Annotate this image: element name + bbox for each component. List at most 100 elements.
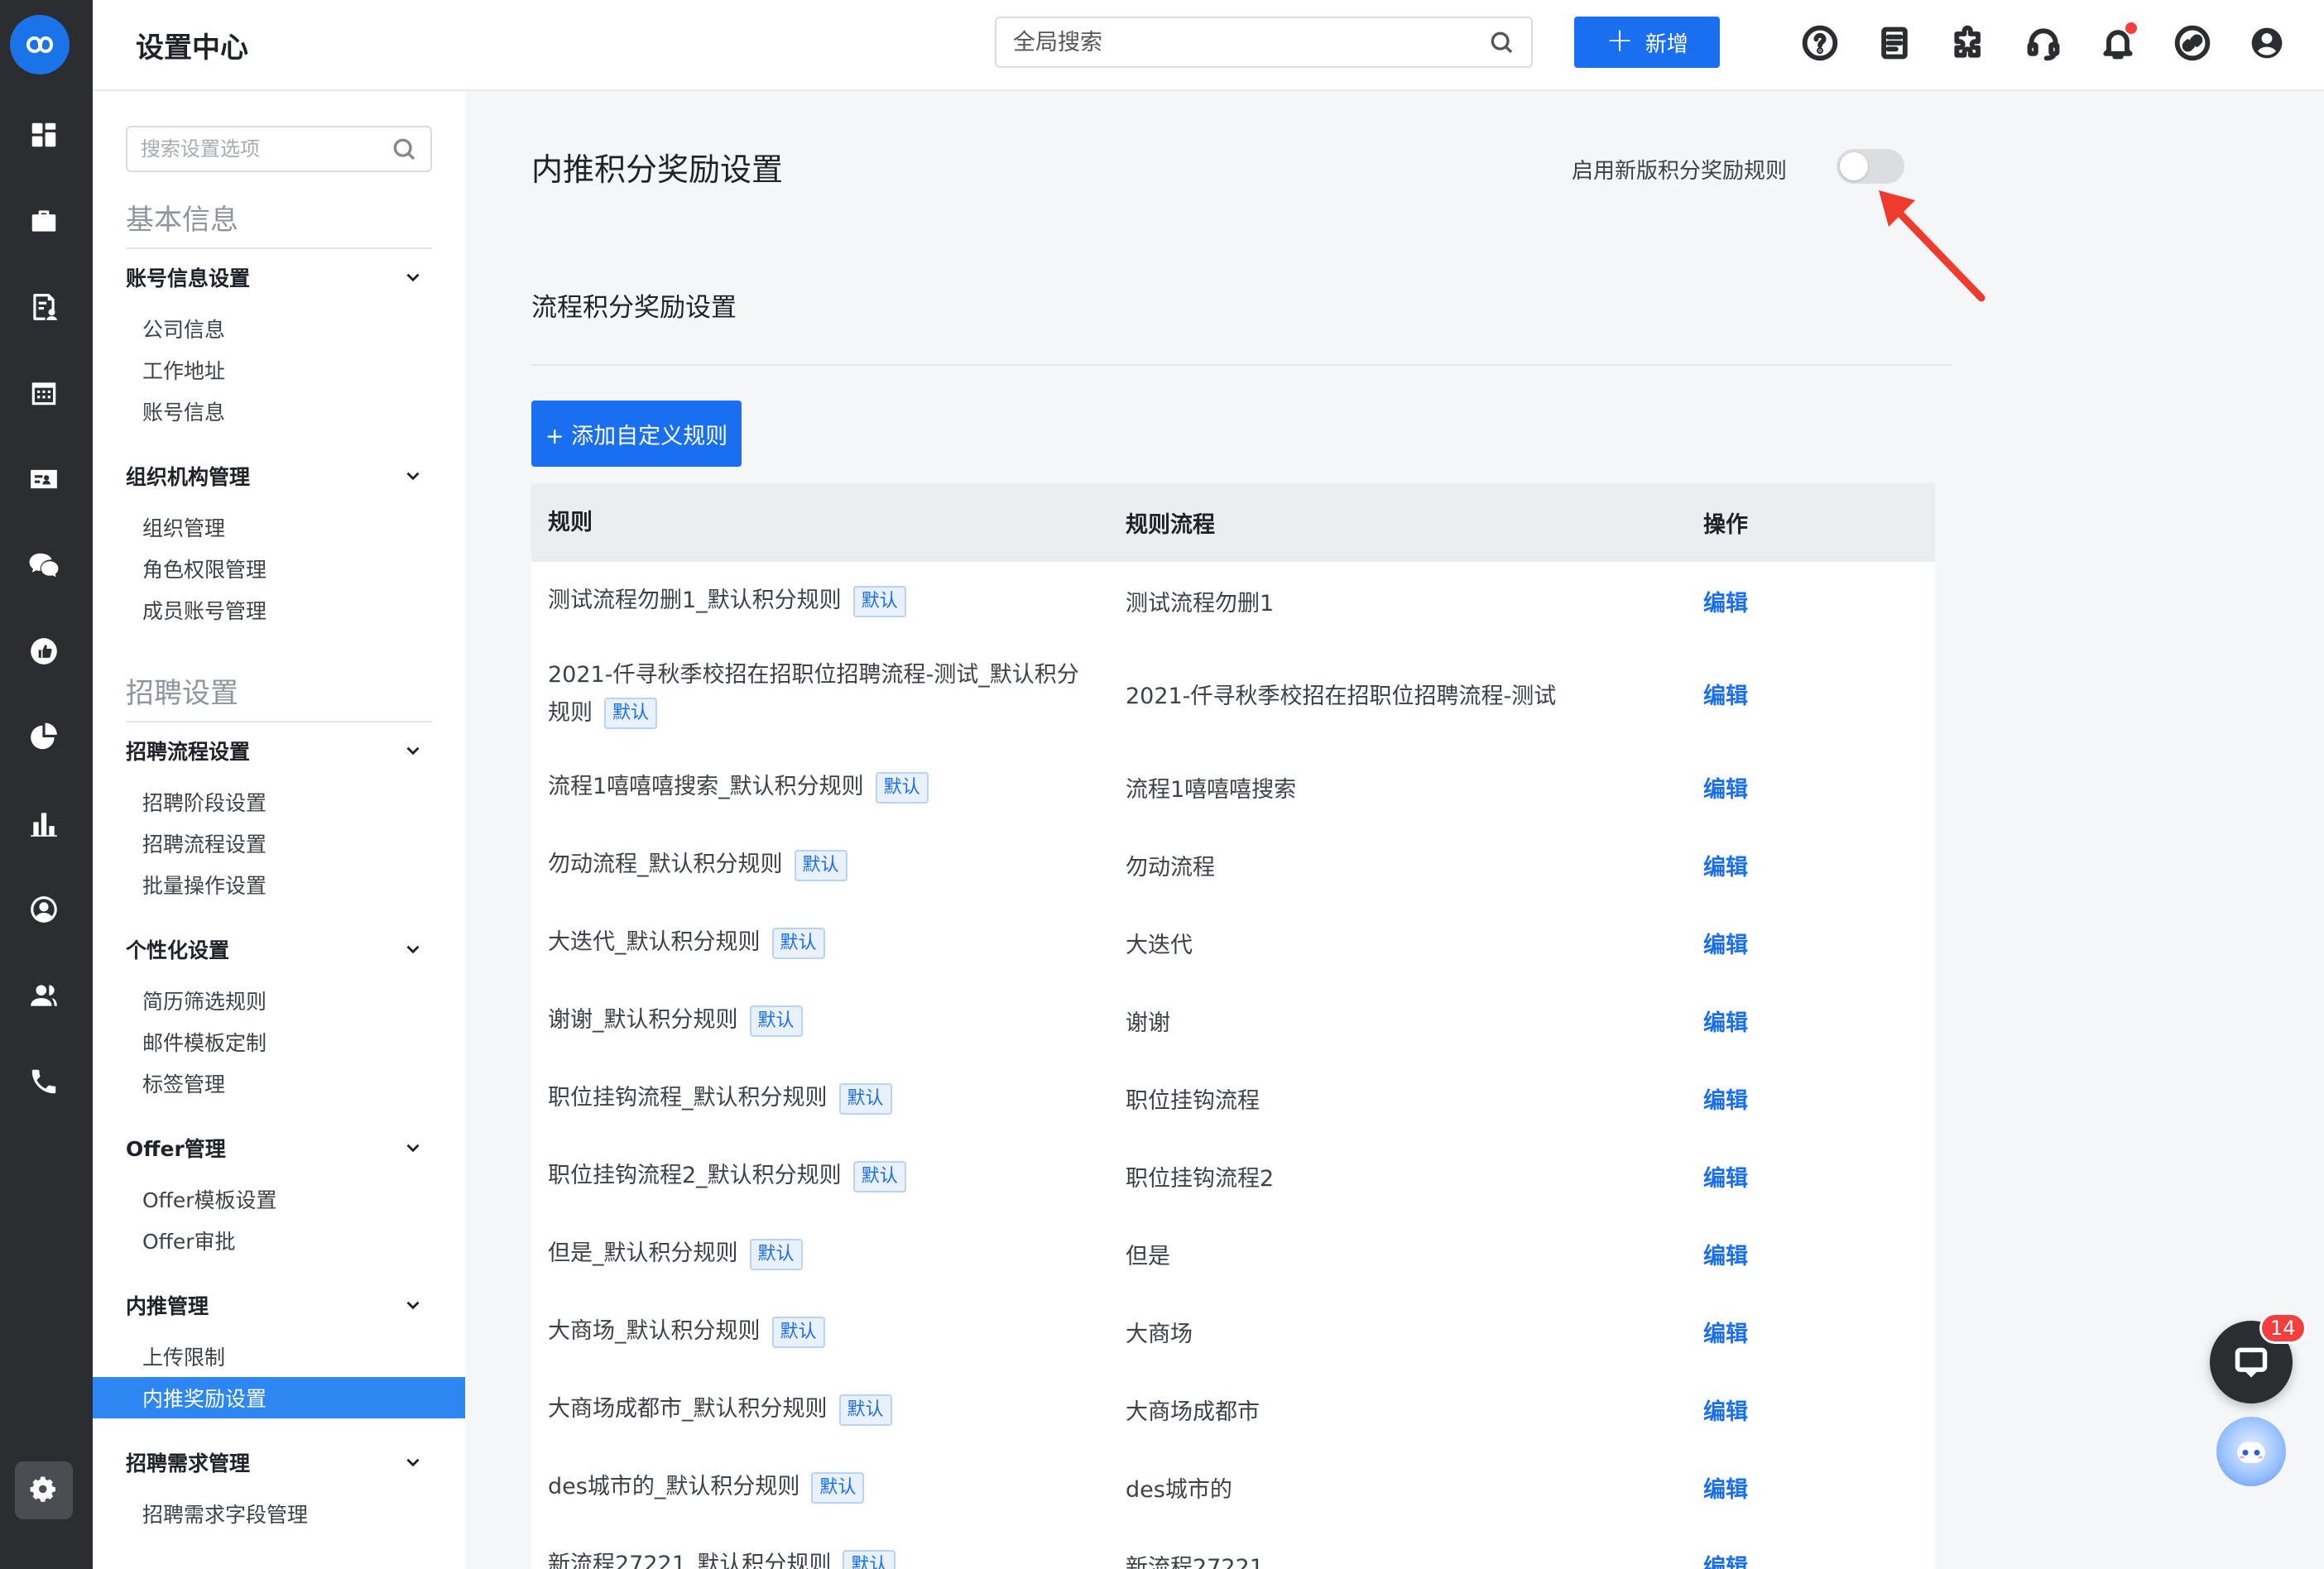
nav-group-label: 组织机构管理	[126, 465, 251, 489]
edit-link[interactable]: 编辑	[1703, 777, 1748, 803]
person-circle-icon[interactable]	[15, 880, 73, 938]
edit-link[interactable]: 编辑	[1703, 684, 1748, 709]
add-custom-rule-button[interactable]: + 添加自定义规则	[531, 401, 742, 467]
nav-group-label: Offer管理	[126, 1137, 226, 1161]
flow-cell: 新流程27221	[1126, 1554, 1264, 1569]
nav-item-account-info[interactable]: 账号信息	[93, 391, 465, 432]
nav-item-recruit-process[interactable]: 招聘流程设置	[93, 823, 465, 864]
default-tag: 默认	[852, 1160, 906, 1192]
search-icon[interactable]	[1488, 29, 1515, 55]
edit-link[interactable]: 编辑	[1703, 1166, 1748, 1192]
action-cell: 编辑	[1687, 1394, 1935, 1426]
nav-item-role-permissions[interactable]: 角色权限管理	[93, 548, 465, 589]
action-cell: 编辑	[1687, 1238, 1935, 1270]
rule-name: 谢谢_默认积分规则	[548, 1007, 738, 1033]
resume-icon[interactable]	[15, 278, 73, 336]
dashboard-icon[interactable]	[15, 106, 73, 164]
edit-link[interactable]: 编辑	[1703, 1555, 1748, 1569]
new-rule-toggle[interactable]	[1837, 149, 1904, 184]
bar-chart-icon[interactable]	[15, 794, 73, 852]
edit-link[interactable]: 编辑	[1703, 855, 1748, 880]
edit-link[interactable]: 编辑	[1703, 1322, 1748, 1347]
nav-item-work-address[interactable]: 工作地址	[93, 349, 465, 391]
edit-link[interactable]: 编辑	[1703, 1477, 1748, 1503]
users-icon[interactable]	[15, 967, 73, 1024]
rule-name: 职位挂钩流程2_默认积分规则	[548, 1163, 842, 1188]
edit-link[interactable]: 编辑	[1703, 1244, 1748, 1269]
nav-group-recruit-demand[interactable]: 招聘需求管理	[126, 1442, 432, 1483]
table-row: 大商场_默认积分规则 默认 大商场 编辑	[531, 1293, 1935, 1370]
flow-cell: 谢谢	[1126, 1010, 1170, 1036]
divider	[531, 364, 1952, 366]
wechat-icon[interactable]	[15, 536, 73, 594]
edit-link[interactable]: 编辑	[1703, 1399, 1748, 1425]
default-tag: 默认	[771, 1316, 825, 1348]
rule-cell: des城市的_默认积分规则 默认	[531, 1468, 1109, 1506]
global-search-input[interactable]	[1013, 29, 1488, 55]
nav-item-batch-operations[interactable]: 批量操作设置	[93, 864, 465, 905]
nav-group-org-management[interactable]: 组织机构管理	[126, 455, 432, 497]
plugin-icon[interactable]	[1947, 21, 1991, 65]
nav-group-personalization[interactable]: 个性化设置	[126, 928, 432, 970]
new-button[interactable]: + 新增	[1574, 17, 1720, 68]
nav-item-recruit-stages[interactable]: 招聘阶段设置	[93, 781, 465, 823]
rule-cell: 新流程27221_默认积分规则 默认	[531, 1546, 1109, 1569]
nav-item-member-accounts[interactable]: 成员账号管理	[93, 589, 465, 631]
table-row: 测试流程勿删1_默认积分规则 默认 测试流程勿删1 编辑	[531, 562, 1935, 640]
assistant-robot-icon[interactable]	[2216, 1417, 2286, 1486]
nav-group-referral-management[interactable]: 内推管理	[126, 1284, 432, 1326]
rule-cell: 大商场_默认积分规则 默认	[531, 1312, 1109, 1351]
flow-cell: 勿动流程	[1126, 854, 1215, 880]
new-rule-toggle-label: 启用新版积分奖励规则	[1572, 159, 1788, 184]
link-icon[interactable]	[2170, 21, 2215, 65]
nav-item-offer-approval[interactable]: Offer审批	[93, 1220, 465, 1261]
bell-icon[interactable]	[2096, 21, 2140, 65]
nav-section-recruit-settings: 招聘设置	[126, 670, 432, 722]
help-icon[interactable]	[1798, 21, 1842, 65]
thumbs-up-icon[interactable]	[15, 622, 73, 680]
settings-gear-icon[interactable]	[15, 1461, 73, 1519]
nav-item-email-templates[interactable]: 邮件模板定制	[93, 1021, 465, 1063]
default-tag: 默认	[875, 771, 929, 804]
edit-link[interactable]: 编辑	[1703, 1088, 1748, 1114]
headset-icon[interactable]	[2021, 21, 2066, 65]
phone-icon[interactable]	[15, 1053, 73, 1111]
settings-search[interactable]	[126, 126, 432, 172]
edit-link[interactable]: 编辑	[1703, 591, 1748, 617]
table-row: 2021-仟寻秋季校招在招职位招聘流程-测试_默认积分规则 默认 2021-仟寻秋季…	[531, 640, 1935, 748]
app-title: 设置中心	[136, 31, 248, 65]
nav-item-demand-fields[interactable]: 招聘需求字段管理	[93, 1493, 465, 1534]
document-icon[interactable]	[1872, 21, 1917, 65]
rule-name: 但是_默认积分规则	[548, 1240, 738, 1266]
plus-icon: +	[1606, 22, 1634, 60]
nav-item-offer-templates[interactable]: Offer模板设置	[93, 1178, 465, 1220]
rule-cell: 职位挂钩流程2_默认积分规则 默认	[531, 1157, 1109, 1195]
nav-group-offer-management[interactable]: Offer管理	[126, 1127, 432, 1168]
settings-search-input[interactable]	[141, 137, 391, 161]
nav-item-referral-rewards[interactable]: 内推奖励设置	[93, 1377, 465, 1418]
search-icon[interactable]	[391, 136, 417, 162]
nav-group-account-settings[interactable]: 账号信息设置	[126, 257, 432, 298]
edit-link[interactable]: 编辑	[1703, 1010, 1748, 1036]
pie-chart-icon[interactable]	[15, 708, 73, 766]
nav-item-resume-filter-rules[interactable]: 简历筛选规则	[93, 980, 465, 1021]
edit-link[interactable]: 编辑	[1703, 933, 1748, 958]
flow-cell: 测试流程勿删1	[1126, 590, 1275, 617]
app-logo-icon[interactable]	[10, 15, 70, 74]
nav-item-tag-management[interactable]: 标签管理	[93, 1063, 465, 1104]
global-search[interactable]	[995, 17, 1533, 68]
toggle-knob	[1840, 152, 1868, 180]
calendar-icon[interactable]	[15, 364, 73, 422]
nav-item-org-manage[interactable]: 组织管理	[93, 506, 465, 548]
id-card-icon[interactable]	[15, 450, 73, 508]
rule-name: 勿动流程_默认积分规则	[548, 852, 783, 877]
nav-item-company-info[interactable]: 公司信息	[93, 308, 465, 349]
table-row: 大商场成都市_默认积分规则 默认 大商场成都市 编辑	[531, 1370, 1935, 1448]
red-arrow-annotation	[1879, 190, 1985, 302]
table-row: 新流程27221_默认积分规则 默认 新流程27221 编辑	[531, 1526, 1935, 1569]
nav-item-upload-limits[interactable]: 上传限制	[93, 1336, 465, 1377]
user-avatar-icon[interactable]	[2245, 21, 2289, 65]
nav-group-recruit-process[interactable]: 招聘流程设置	[126, 730, 432, 771]
icon-rail	[0, 0, 93, 1569]
briefcase-icon[interactable]	[15, 192, 73, 250]
